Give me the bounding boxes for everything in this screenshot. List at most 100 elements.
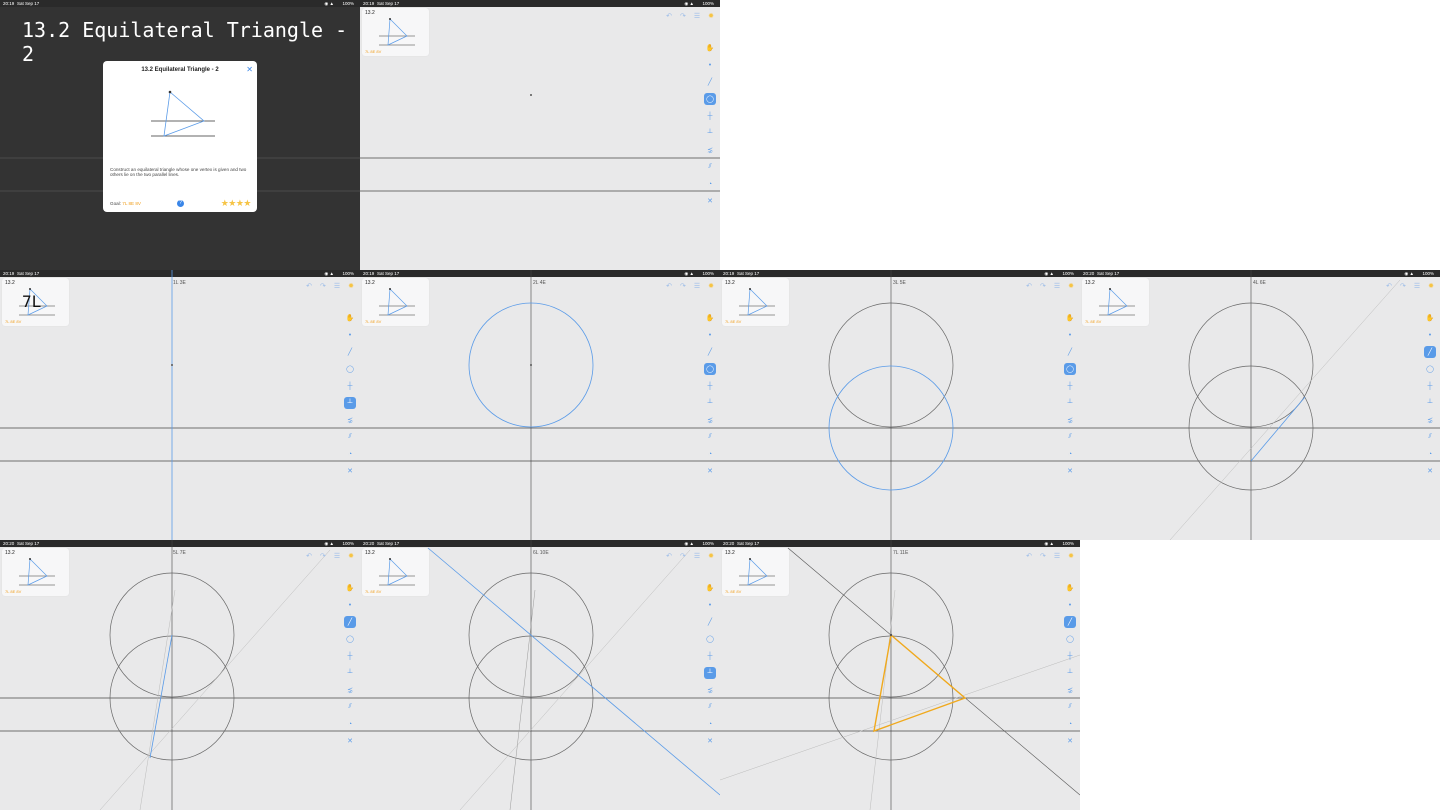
point-tool-icon[interactable]: •: [344, 599, 356, 611]
angle-bisector-tool-icon[interactable]: ⋨: [1064, 684, 1076, 696]
line-tool-icon[interactable]: ╱: [1064, 346, 1076, 358]
redo-icon[interactable]: ↷: [1040, 552, 1046, 560]
perpendicular-bisector-tool-icon[interactable]: ┼: [704, 380, 716, 392]
redo-icon[interactable]: ↷: [680, 12, 686, 20]
line-tool-icon[interactable]: ╱: [344, 346, 356, 358]
redo-icon[interactable]: ↷: [320, 282, 326, 290]
parallel-tool-icon[interactable]: ⫽: [704, 161, 716, 173]
compass-tool-icon[interactable]: ◔: [1064, 718, 1076, 730]
hint-icon[interactable]: ✹: [348, 552, 354, 560]
perpendicular-tool-icon[interactable]: ┴: [1064, 667, 1076, 679]
move-tool-icon[interactable]: ✋: [1424, 312, 1436, 324]
point-tool-icon[interactable]: •: [1064, 599, 1076, 611]
move-tool-icon[interactable]: ✋: [1064, 582, 1076, 594]
parallel-tool-icon[interactable]: ⫽: [344, 431, 356, 443]
line-tool-icon[interactable]: ╱: [704, 616, 716, 628]
level-thumbnail[interactable]: 13.2 7L 8E 8V: [722, 548, 789, 596]
circle-tool-icon[interactable]: ◯: [704, 93, 716, 105]
menu-icon[interactable]: ☰: [694, 282, 700, 290]
perpendicular-bisector-tool-icon[interactable]: ┼: [704, 650, 716, 662]
level-thumbnail[interactable]: 13.2 7L 8E 8V: [722, 278, 789, 326]
perpendicular-bisector-tool-icon[interactable]: ┼: [704, 110, 716, 122]
hint-icon[interactable]: ✹: [1428, 282, 1434, 290]
perpendicular-bisector-tool-icon[interactable]: ┼: [344, 650, 356, 662]
circle-tool-icon[interactable]: ◯: [1424, 363, 1436, 375]
perpendicular-tool-icon[interactable]: ┴: [704, 397, 716, 409]
perpendicular-tool-icon[interactable]: ┴: [1064, 397, 1076, 409]
parallel-tool-icon[interactable]: ⫽: [704, 431, 716, 443]
angle-bisector-tool-icon[interactable]: ⋨: [704, 414, 716, 426]
move-tool-icon[interactable]: ✋: [344, 312, 356, 324]
menu-icon[interactable]: ☰: [1054, 282, 1060, 290]
hint-icon[interactable]: ✹: [708, 12, 714, 20]
compass-tool-icon[interactable]: ◔: [704, 178, 716, 190]
menu-icon[interactable]: ☰: [694, 12, 700, 20]
move-tool-icon[interactable]: ✋: [1064, 312, 1076, 324]
undo-icon[interactable]: ↶: [666, 552, 672, 560]
redo-icon[interactable]: ↷: [1400, 282, 1406, 290]
point-tool-icon[interactable]: •: [344, 329, 356, 341]
point-tool-icon[interactable]: •: [1064, 329, 1076, 341]
circle-tool-icon[interactable]: ◯: [704, 633, 716, 645]
menu-icon[interactable]: ☰: [694, 552, 700, 560]
hint-icon[interactable]: ✹: [708, 552, 714, 560]
menu-icon[interactable]: ☰: [1414, 282, 1420, 290]
intersect-tool-icon[interactable]: ✕: [344, 735, 356, 747]
perpendicular-tool-icon[interactable]: ┴: [344, 397, 356, 409]
undo-icon[interactable]: ↶: [666, 282, 672, 290]
circle-tool-icon[interactable]: ◯: [1064, 363, 1076, 375]
circle-tool-icon[interactable]: ◯: [344, 363, 356, 375]
menu-icon[interactable]: ☰: [1054, 552, 1060, 560]
hint-icon[interactable]: ✹: [1068, 282, 1074, 290]
perpendicular-bisector-tool-icon[interactable]: ┼: [1064, 650, 1076, 662]
redo-icon[interactable]: ↷: [320, 552, 326, 560]
hint-icon[interactable]: ✹: [1068, 552, 1074, 560]
perpendicular-tool-icon[interactable]: ┴: [1424, 397, 1436, 409]
angle-bisector-tool-icon[interactable]: ⋨: [1424, 414, 1436, 426]
redo-icon[interactable]: ↷: [680, 552, 686, 560]
line-tool-icon[interactable]: ╱: [704, 346, 716, 358]
perpendicular-bisector-tool-icon[interactable]: ┼: [344, 380, 356, 392]
undo-icon[interactable]: ↶: [306, 552, 312, 560]
close-icon[interactable]: ✕: [246, 65, 253, 74]
angle-bisector-tool-icon[interactable]: ⋨: [704, 684, 716, 696]
undo-icon[interactable]: ↶: [1026, 282, 1032, 290]
intersect-tool-icon[interactable]: ✕: [704, 195, 716, 207]
line-tool-icon[interactable]: ╱: [1424, 346, 1436, 358]
level-thumbnail[interactable]: 13.2 7L 8E 8V: [362, 548, 429, 596]
intersect-tool-icon[interactable]: ✕: [704, 465, 716, 477]
point-tool-icon[interactable]: •: [704, 329, 716, 341]
compass-tool-icon[interactable]: ◔: [344, 448, 356, 460]
help-icon[interactable]: ?: [177, 200, 184, 207]
parallel-tool-icon[interactable]: ⫽: [1424, 431, 1436, 443]
level-thumbnail[interactable]: 13.2 7L 8E 8V: [362, 8, 429, 56]
point-tool-icon[interactable]: •: [1424, 329, 1436, 341]
menu-icon[interactable]: ☰: [334, 552, 340, 560]
intersect-tool-icon[interactable]: ✕: [344, 465, 356, 477]
hint-icon[interactable]: ✹: [708, 282, 714, 290]
undo-icon[interactable]: ↶: [1026, 552, 1032, 560]
parallel-tool-icon[interactable]: ⫽: [1064, 431, 1076, 443]
level-thumbnail[interactable]: 13.2 7L 8E 8V: [1082, 278, 1149, 326]
move-tool-icon[interactable]: ✋: [704, 312, 716, 324]
intersect-tool-icon[interactable]: ✕: [704, 735, 716, 747]
point-tool-icon[interactable]: •: [704, 599, 716, 611]
line-tool-icon[interactable]: ╱: [344, 616, 356, 628]
perpendicular-bisector-tool-icon[interactable]: ┼: [1064, 380, 1076, 392]
compass-tool-icon[interactable]: ◔: [344, 718, 356, 730]
parallel-tool-icon[interactable]: ⫽: [1064, 701, 1076, 713]
intersect-tool-icon[interactable]: ✕: [1424, 465, 1436, 477]
compass-tool-icon[interactable]: ◔: [704, 448, 716, 460]
perpendicular-bisector-tool-icon[interactable]: ┼: [1424, 380, 1436, 392]
perpendicular-tool-icon[interactable]: ┴: [704, 127, 716, 139]
angle-bisector-tool-icon[interactable]: ⋨: [344, 414, 356, 426]
level-thumbnail[interactable]: 13.2 7L 8E 8V: [362, 278, 429, 326]
undo-icon[interactable]: ↶: [306, 282, 312, 290]
move-tool-icon[interactable]: ✋: [704, 582, 716, 594]
parallel-tool-icon[interactable]: ⫽: [344, 701, 356, 713]
intersect-tool-icon[interactable]: ✕: [1064, 735, 1076, 747]
circle-tool-icon[interactable]: ◯: [1064, 633, 1076, 645]
circle-tool-icon[interactable]: ◯: [704, 363, 716, 375]
undo-icon[interactable]: ↶: [666, 12, 672, 20]
point-tool-icon[interactable]: •: [704, 59, 716, 71]
